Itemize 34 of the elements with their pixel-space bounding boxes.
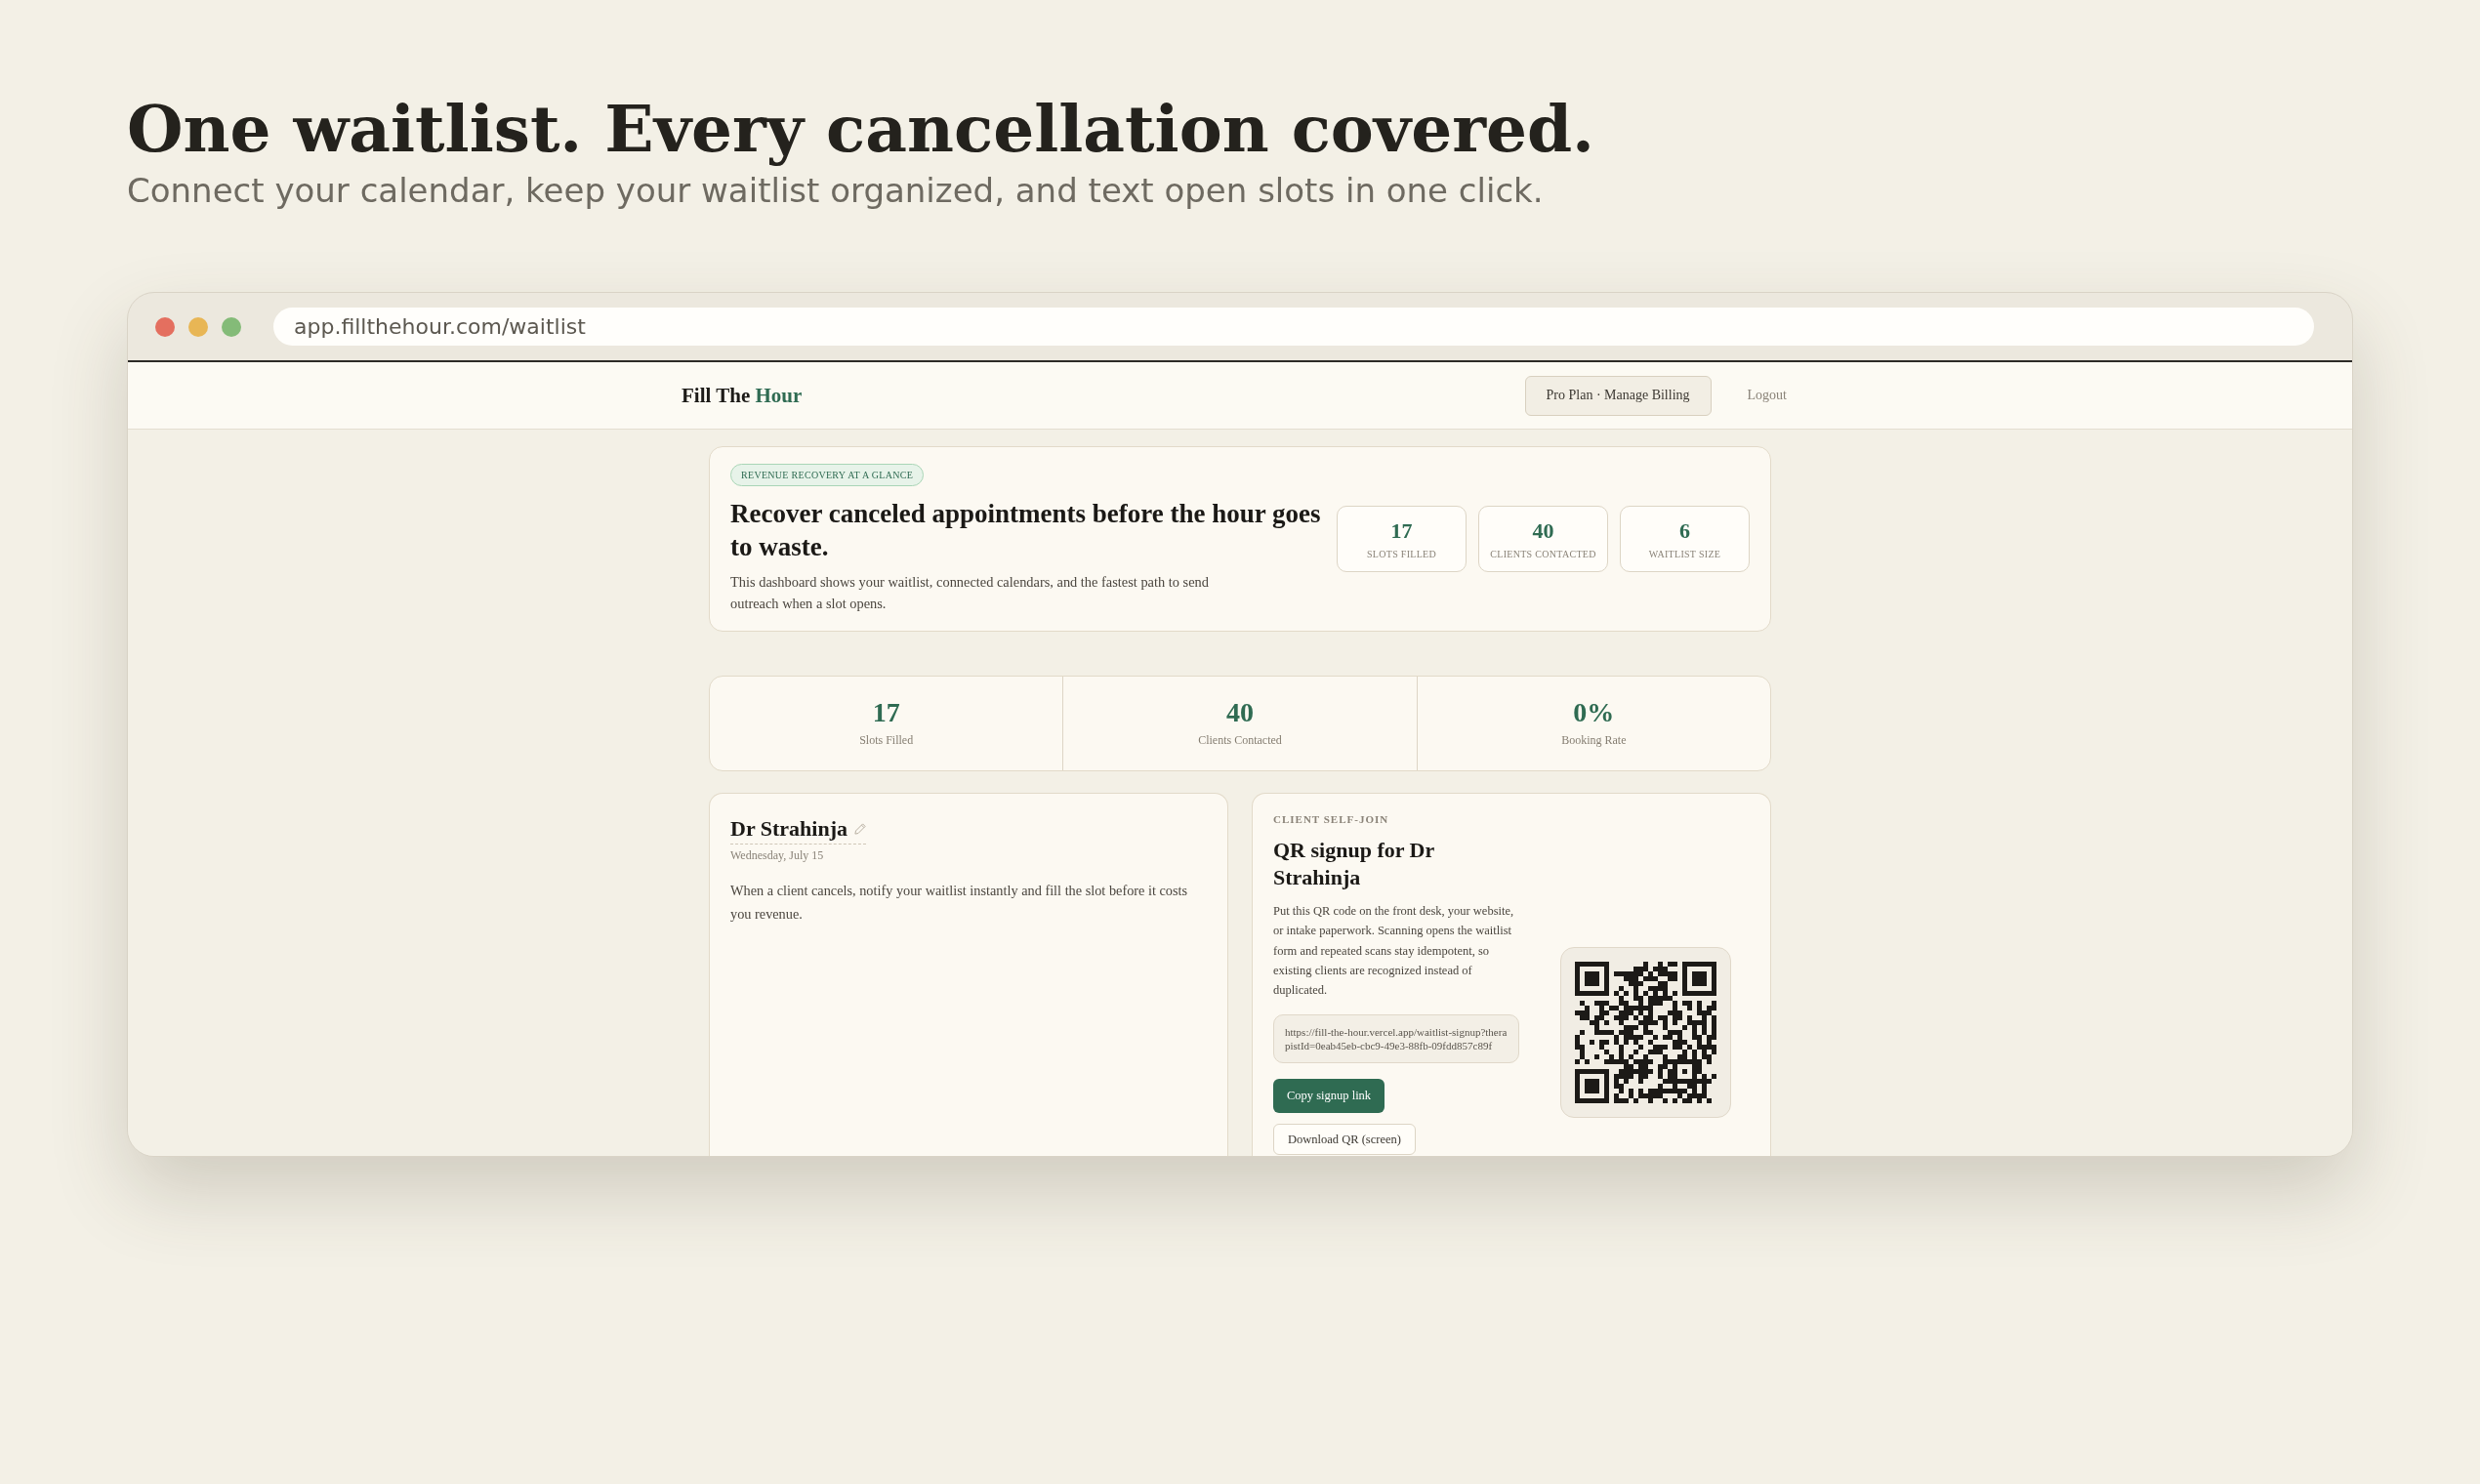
summary-stat-value: 17 bbox=[872, 696, 900, 729]
brand-logo: Fill The Hour bbox=[682, 383, 803, 408]
summary-stat-label: Slots Filled bbox=[859, 732, 914, 748]
window-close-icon[interactable] bbox=[155, 316, 175, 337]
hero-description: This dashboard shows your waitlist, connected calendars, and the fastest path to send outreach when a slot opens. bbox=[730, 573, 1210, 613]
stat-value: 17 bbox=[1390, 517, 1413, 543]
billing-button[interactable]: Pro Plan · Manage Billing bbox=[1524, 375, 1712, 416]
date-text: Wednesday, July 15 bbox=[730, 847, 824, 863]
hero-title: Recover canceled appointments before the hour goes to waste. bbox=[730, 498, 1321, 563]
pencil-icon[interactable] bbox=[854, 823, 866, 835]
window-minimize-icon[interactable] bbox=[188, 316, 208, 337]
summary-stat-value: 40 bbox=[1226, 696, 1254, 729]
qr-signup-title: QR signup for Dr Strahinja bbox=[1273, 837, 1435, 891]
page-subtitle: Connect your calendar, keep your waitlist organized, and text open slots in one click. bbox=[127, 171, 1544, 211]
window-maximize-icon[interactable] bbox=[222, 316, 241, 337]
download-qr-button[interactable]: Download QR (screen) bbox=[1273, 1124, 1416, 1156]
stat-value: 40 bbox=[1532, 517, 1554, 543]
stat-label: CLIENTS CONTACTED bbox=[1490, 548, 1596, 560]
signup-link-field[interactable]: https://fill-the-hour.vercel.app/waitlist-signup?therapistId=0eab45eb-cbc9-49e3-88fb-09fdd857c89f bbox=[1273, 1014, 1519, 1064]
card-description: When a client cancels, notify your waitlist instantly and fill the slot before it costs you revenue. bbox=[730, 882, 1189, 924]
stat-label: WAITLIST SIZE bbox=[1648, 548, 1721, 560]
address-bar[interactable]: app.fillthehour.com/waitlist bbox=[273, 308, 2314, 346]
copy-link-button[interactable]: Copy signup link bbox=[1273, 1079, 1385, 1114]
stat-value: 6 bbox=[1679, 517, 1690, 543]
stat-label: SLOTS FILLED bbox=[1366, 548, 1437, 560]
section-badge: REVENUE RECOVERY AT A GLANCE bbox=[730, 464, 925, 486]
qr-signup-description: Put this QR code on the front desk, your website, or intake paperwork. Scanning opens the waitlist form and repeated scans stay idempotent, so existing clients are recognized instead of duplicated. bbox=[1273, 903, 1515, 1000]
summary-stat-value: 0% bbox=[1573, 696, 1615, 729]
logout-link[interactable]: Logout bbox=[1735, 382, 1798, 409]
page-title: One waitlist. Every cancellation covered. bbox=[127, 91, 1595, 167]
editable-name[interactable]: Dr Strahinja bbox=[730, 815, 866, 845]
summary-stat-label: Clients Contacted bbox=[1198, 732, 1282, 748]
summary-stat-label: Booking Rate bbox=[1561, 732, 1627, 748]
section-label: CLIENT SELF-JOIN bbox=[1273, 812, 1389, 827]
